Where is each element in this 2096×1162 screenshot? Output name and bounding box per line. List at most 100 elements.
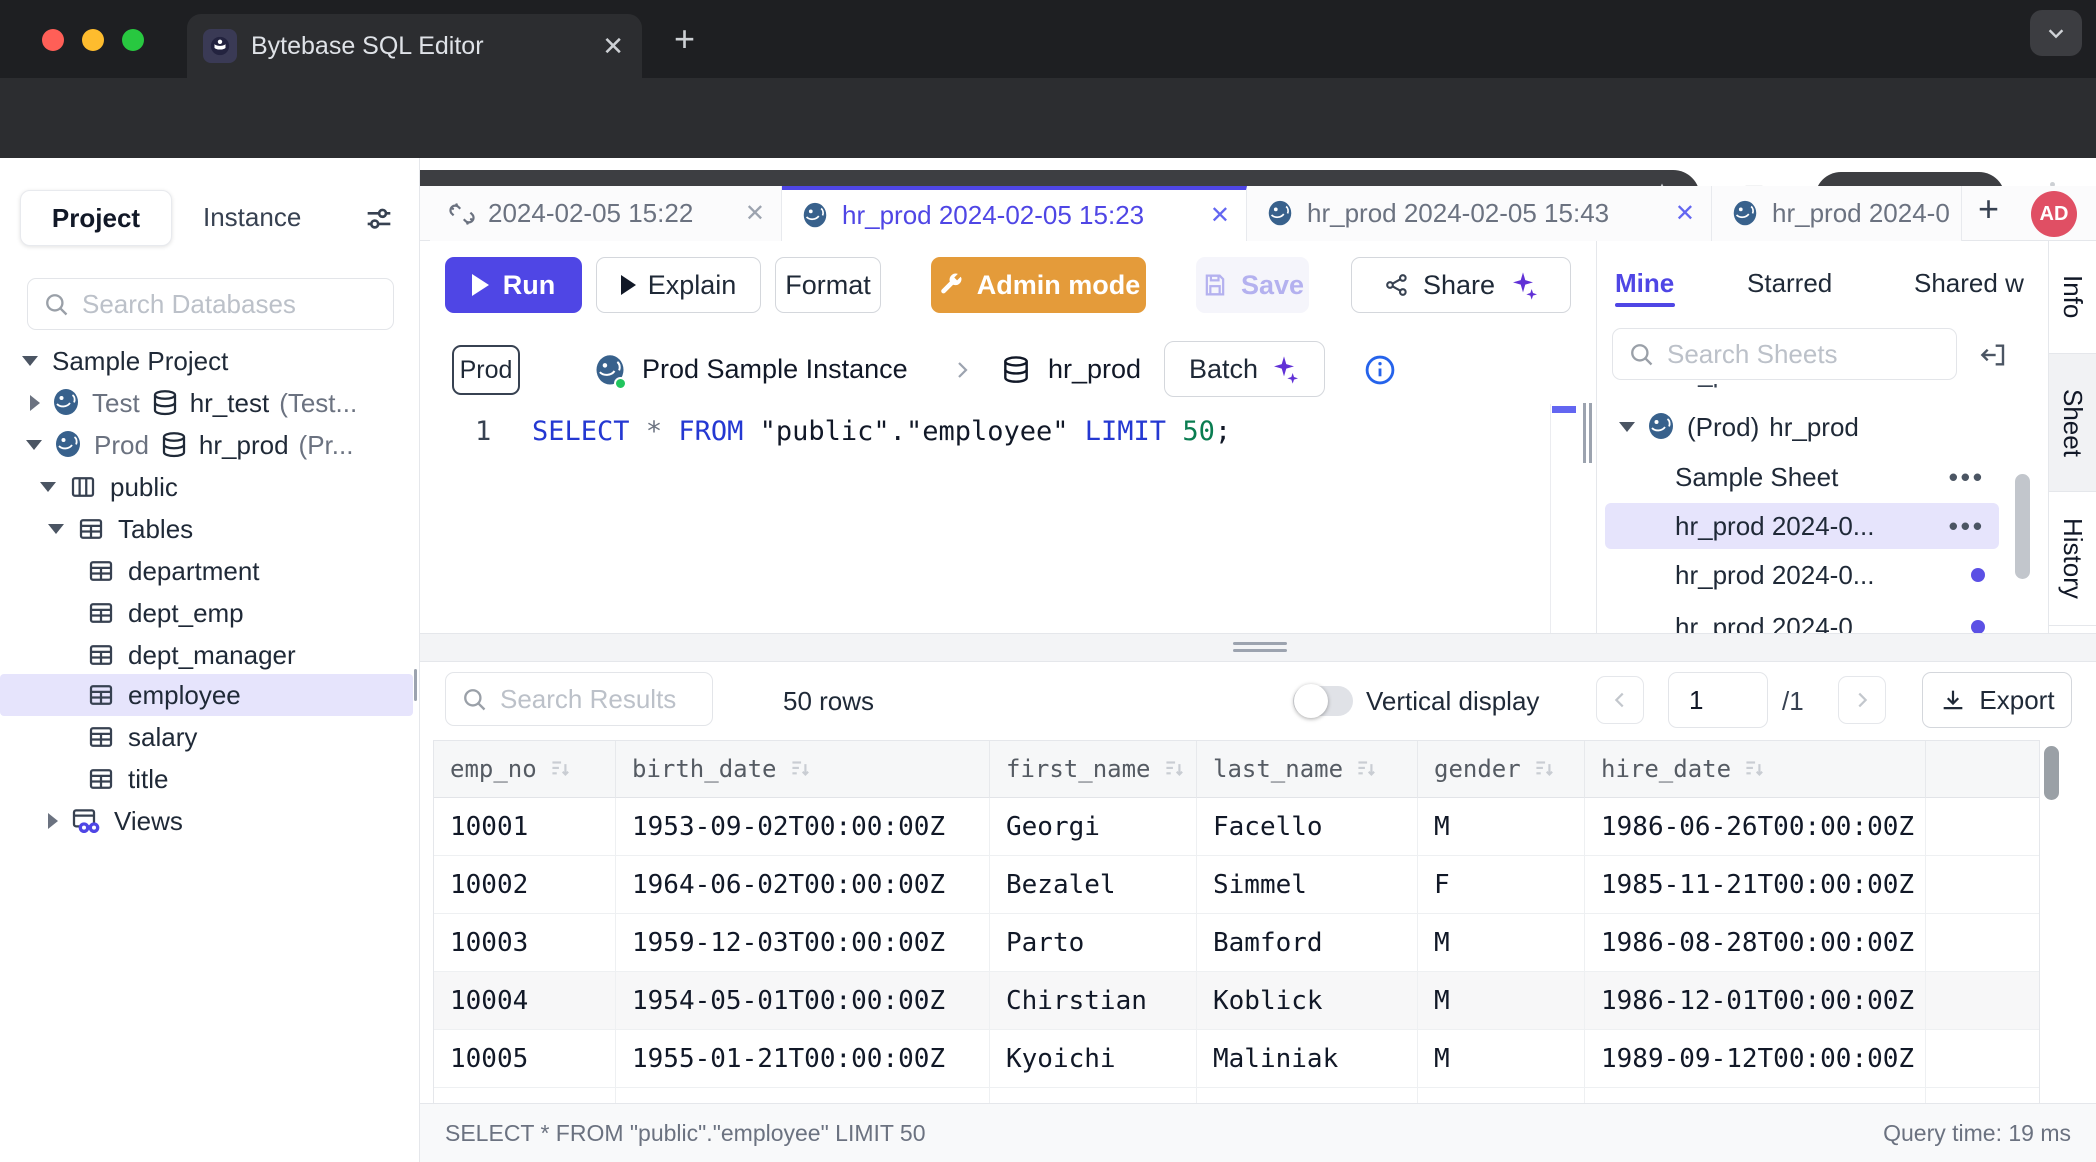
sheet-group-prod-hr-prod[interactable]: (Prod) hr_prod — [1619, 406, 1859, 448]
new-browser-tab-button[interactable]: + — [674, 18, 695, 60]
cell[interactable]: Bamford — [1197, 914, 1418, 972]
collapse-panel-icon[interactable] — [1977, 339, 2009, 371]
share-button[interactable]: Share — [1351, 257, 1571, 313]
column-header[interactable]: gender — [1418, 741, 1585, 798]
panel-resize-handle[interactable] — [1583, 403, 1592, 463]
tree-item-table-salary[interactable]: salary — [86, 716, 412, 758]
cell[interactable]: 1964-06-02T00:00:00Z — [616, 856, 990, 914]
tree-item-schema-public[interactable]: public — [40, 466, 410, 508]
cell[interactable]: 10005 — [434, 1030, 616, 1088]
cell[interactable]: 10001 — [434, 798, 616, 856]
tree-item-views-group[interactable]: Views — [48, 800, 412, 842]
sort-icon[interactable] — [1161, 756, 1187, 782]
strip-tab-sheet[interactable]: Sheet — [2049, 353, 2096, 492]
explain-button[interactable]: Explain — [596, 257, 761, 313]
cell[interactable]: 10004 — [434, 972, 616, 1030]
sheet-item[interactable]: hr_prod 2024-0... — [1675, 554, 1985, 596]
cell[interactable]: 1955-01-21T00:00:00Z — [616, 1030, 990, 1088]
avatar[interactable]: AD — [2031, 191, 2077, 237]
cell[interactable]: M — [1418, 798, 1585, 856]
cell[interactable]: 1986-08-28T00:00:00Z — [1585, 914, 1926, 972]
sort-icon[interactable] — [1741, 756, 1767, 782]
cell[interactable]: F — [1418, 856, 1585, 914]
editor-tab-adhoc[interactable]: 2024-02-05 15:22 ✕ — [430, 186, 782, 241]
cell[interactable]: 1953-04-20T00:00:00Z — [616, 1088, 990, 1103]
sort-icon[interactable] — [1531, 756, 1557, 782]
tab-instance[interactable]: Instance — [203, 202, 301, 233]
cell[interactable]: Preusig — [1197, 1088, 1418, 1103]
cell[interactable]: Anneke — [990, 1088, 1197, 1103]
cell[interactable]: Koblick — [1197, 972, 1418, 1030]
sheet-menu-icon[interactable]: ••• — [1949, 462, 1985, 493]
table-row[interactable]: 10004 1954-05-01T00:00:00Z Chirstian Kob… — [434, 972, 2039, 1030]
tree-item-project[interactable]: Sample Project — [22, 340, 412, 382]
page-input[interactable]: 1 — [1668, 672, 1768, 728]
cell[interactable]: 1985-11-21T00:00:00Z — [1585, 856, 1926, 914]
batch-button[interactable]: Batch — [1164, 341, 1325, 397]
tab-starred[interactable]: Starred — [1747, 268, 1832, 299]
sheet-item-selected[interactable]: hr_prod 2024-0... ••• — [1675, 505, 1985, 547]
editor-scrollbar[interactable] — [1550, 404, 1578, 633]
column-header[interactable]: first_name — [990, 741, 1197, 798]
column-header[interactable]: hire_date — [1585, 741, 1926, 798]
sort-icon[interactable] — [787, 756, 813, 782]
cell[interactable]: 1989-06-02T00:00:00Z — [1585, 1088, 1926, 1103]
window-minimize-button[interactable] — [82, 29, 104, 51]
tree-item-table-employee[interactable]: employee — [86, 674, 412, 716]
cell[interactable]: Parto — [990, 914, 1197, 972]
cell[interactable]: 1989-09-12T00:00:00Z — [1585, 1030, 1926, 1088]
sort-icon[interactable] — [547, 756, 573, 782]
sort-icon[interactable] — [1353, 756, 1379, 782]
tab-shared[interactable]: Shared w — [1914, 268, 2047, 299]
add-editor-tab-button[interactable]: + — [1978, 188, 1999, 230]
cell[interactable]: M — [1418, 972, 1585, 1030]
close-tab-icon[interactable]: ✕ — [1675, 199, 1695, 228]
search-results-input[interactable]: Search Results — [445, 672, 713, 726]
editor-tab-4[interactable]: hr_prod 2024-0 — [1712, 186, 1962, 241]
tree-item-table-dept-emp[interactable]: dept_emp — [86, 592, 412, 634]
window-zoom-button[interactable] — [122, 29, 144, 51]
filter-settings-icon[interactable] — [362, 202, 396, 236]
tree-item-prod-instance[interactable]: Prod hr_prod (Pr... — [26, 424, 418, 466]
tab-mine[interactable]: Mine — [1615, 268, 1674, 299]
cell[interactable]: Bezalel — [990, 856, 1197, 914]
info-icon[interactable] — [1362, 352, 1398, 388]
column-header[interactable]: emp_no — [434, 741, 616, 798]
cell[interactable]: 1959-12-03T00:00:00Z — [616, 914, 990, 972]
window-close-button[interactable] — [42, 29, 64, 51]
breadcrumb-database[interactable]: hr_prod — [1048, 354, 1141, 385]
prev-page-button[interactable] — [1596, 676, 1644, 724]
tab-search-button[interactable] — [2030, 10, 2082, 56]
editor-tab-active[interactable]: hr_prod 2024-02-05 15:23 ✕ — [782, 186, 1247, 241]
save-button[interactable]: Save — [1196, 257, 1309, 313]
cell[interactable]: Facello — [1197, 798, 1418, 856]
cell[interactable]: Maliniak — [1197, 1030, 1418, 1088]
sheet-menu-icon[interactable]: ••• — [1949, 511, 1985, 542]
cell[interactable]: M — [1418, 914, 1585, 972]
strip-tab-info[interactable]: Info — [2049, 241, 2096, 353]
table-scrollbar[interactable] — [2044, 746, 2059, 800]
search-databases-input[interactable]: Search Databases — [27, 278, 394, 330]
cell[interactable]: Simmel — [1197, 856, 1418, 914]
close-tab-icon[interactable]: ✕ — [1210, 201, 1230, 230]
cell[interactable]: F — [1418, 1088, 1585, 1103]
sheet-item[interactable]: Sample Sheet ••• — [1675, 456, 1985, 498]
cell[interactable]: 1953-09-02T00:00:00Z — [616, 798, 990, 856]
export-button[interactable]: Export — [1922, 672, 2072, 728]
cell[interactable]: 10003 — [434, 914, 616, 972]
tab-project[interactable]: Project — [20, 190, 172, 246]
tree-item-table-title[interactable]: title — [86, 758, 412, 800]
sheet-list-scrollbar[interactable] — [2015, 474, 2030, 579]
cell[interactable]: Georgi — [990, 798, 1197, 856]
column-header[interactable]: birth_date — [616, 741, 990, 798]
sql-editor[interactable]: 1 SELECT * FROM "public"."employee" LIMI… — [420, 404, 1596, 633]
close-tab-icon[interactable]: ✕ — [745, 199, 765, 228]
tree-item-table-dept-manager[interactable]: dept_manager — [86, 634, 412, 676]
cell[interactable]: 1986-06-26T00:00:00Z — [1585, 798, 1926, 856]
browser-tab[interactable]: Bytebase SQL Editor ✕ — [187, 14, 642, 78]
table-row[interactable]: 10001 1953-09-02T00:00:00Z Georgi Facell… — [434, 798, 2039, 856]
format-button[interactable]: Format — [775, 257, 881, 313]
search-sheets-input[interactable]: Search Sheets — [1612, 328, 1957, 380]
cell[interactable]: Chirstian — [990, 972, 1197, 1030]
cell[interactable]: Kyoichi — [990, 1030, 1197, 1088]
